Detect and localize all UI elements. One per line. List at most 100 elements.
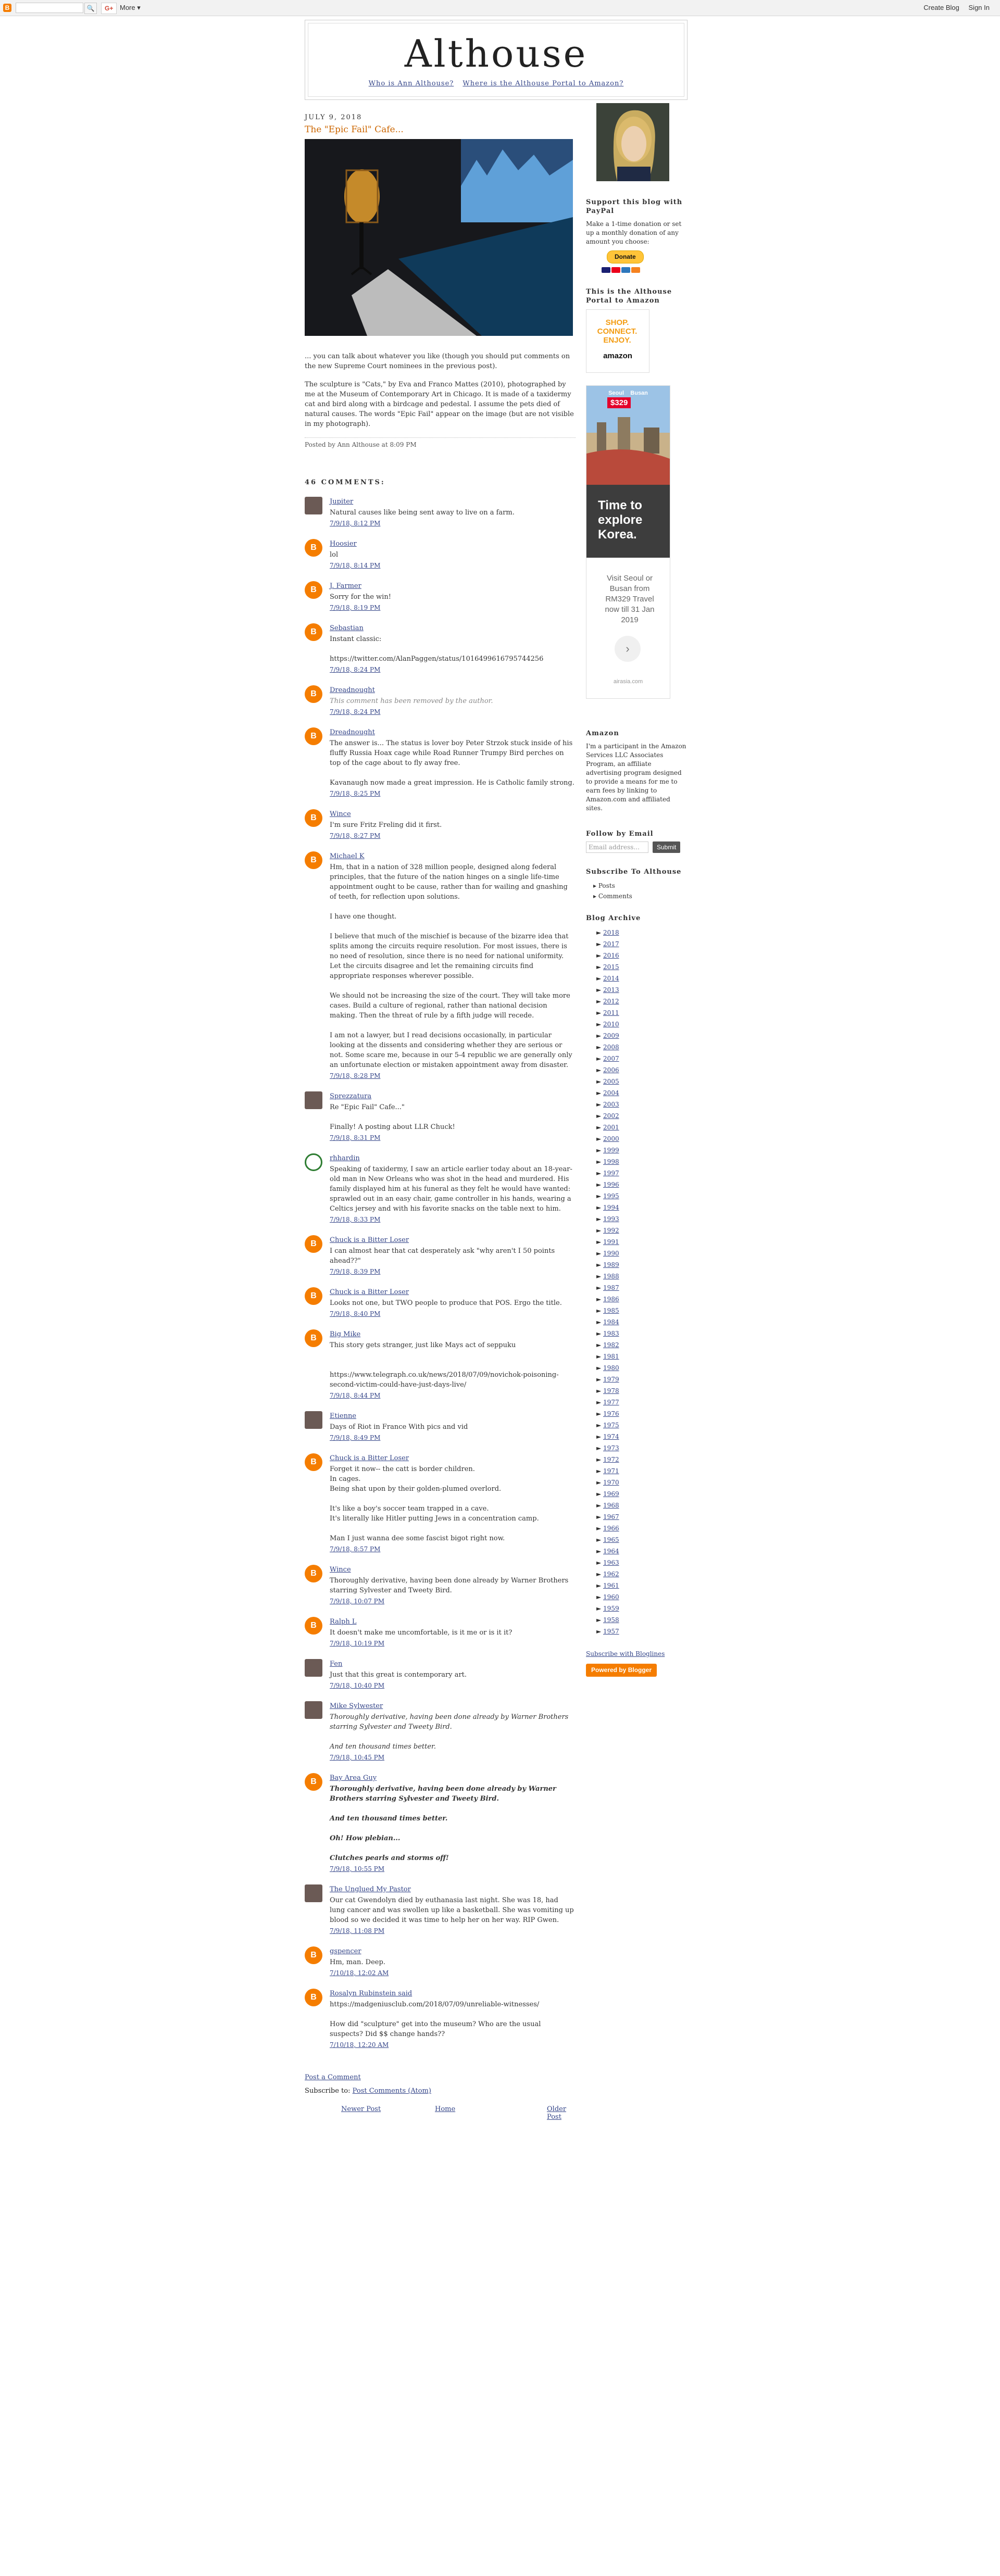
commenter-avatar-icon[interactable] — [305, 1411, 322, 1429]
comment-timestamp-link[interactable]: 7/10/18, 12:20 AM — [330, 2041, 389, 2049]
comment-timestamp-link[interactable]: 7/9/18, 8:24 PM — [330, 666, 380, 673]
expand-arrow-icon[interactable]: ► — [596, 1009, 603, 1016]
comment-timestamp-link[interactable]: 7/9/18, 10:07 PM — [330, 1598, 384, 1605]
archive-year-item[interactable]: ► 2015 — [586, 961, 688, 973]
expand-arrow-icon[interactable]: ► — [596, 1628, 603, 1635]
bloglines-subscribe-link[interactable]: Subscribe with Bloglines — [586, 1650, 665, 1657]
expand-arrow-icon[interactable]: ► — [596, 1548, 603, 1555]
expand-arrow-icon[interactable]: ► — [596, 1170, 603, 1177]
archive-year-link[interactable]: 2016 — [603, 952, 619, 959]
commenter-avatar-icon[interactable]: B — [305, 1565, 322, 1582]
archive-year-item[interactable]: ► 1994 — [586, 1202, 688, 1213]
comment-timestamp-link[interactable]: 7/9/18, 8:39 PM — [330, 1268, 380, 1275]
comment-timestamp-link[interactable]: 7/9/18, 8:33 PM — [330, 1216, 380, 1223]
archive-year-item[interactable]: ► 1958 — [586, 1614, 688, 1626]
amazon-ad-banner[interactable]: SHOP. CONNECT. ENJOY. amazon — [586, 309, 649, 373]
archive-year-link[interactable]: 1975 — [603, 1422, 619, 1429]
expand-arrow-icon[interactable]: ► — [596, 998, 603, 1005]
comment-timestamp-link[interactable]: 7/9/18, 8:25 PM — [330, 790, 380, 797]
expand-arrow-icon[interactable]: ► — [596, 1192, 603, 1200]
archive-year-item[interactable]: ► 1989 — [586, 1259, 688, 1271]
archive-year-item[interactable]: ► 1964 — [586, 1545, 688, 1557]
archive-year-item[interactable]: ► 1959 — [586, 1603, 688, 1614]
expand-arrow-icon[interactable]: ► — [596, 1112, 603, 1120]
archive-year-link[interactable]: 1986 — [603, 1296, 619, 1303]
comment-timestamp-link[interactable]: 7/9/18, 8:12 PM — [330, 520, 380, 527]
archive-year-link[interactable]: 1974 — [603, 1433, 619, 1440]
archive-year-link[interactable]: 2018 — [603, 929, 619, 936]
commenter-avatar-icon[interactable] — [305, 497, 322, 514]
comment-author-link[interactable]: Jupiter — [330, 498, 353, 506]
subscribe-comments-atom-link[interactable]: Post Comments (Atom) — [353, 2087, 431, 2095]
expand-arrow-icon[interactable]: ► — [596, 1399, 603, 1406]
email-address-input[interactable]: Email address... — [586, 841, 648, 853]
comment-author-link[interactable]: Chuck is a Bitter Loser — [330, 1454, 409, 1462]
comment-timestamp-link[interactable]: 7/9/18, 8:31 PM — [330, 1134, 380, 1141]
archive-year-item[interactable]: ► 2008 — [586, 1041, 688, 1053]
comment-author-link[interactable]: Sprezzatura — [330, 1092, 371, 1100]
archive-year-link[interactable]: 1973 — [603, 1444, 619, 1452]
commenter-avatar-icon[interactable]: B — [305, 581, 322, 599]
commenter-avatar-icon[interactable] — [305, 1701, 322, 1719]
archive-year-item[interactable]: ► 1980 — [586, 1362, 688, 1374]
expand-arrow-icon[interactable]: ► — [596, 1227, 603, 1234]
archive-year-link[interactable]: 2005 — [603, 1078, 619, 1085]
archive-year-link[interactable]: 1958 — [603, 1616, 619, 1624]
archive-year-item[interactable]: ► 1978 — [586, 1385, 688, 1397]
archive-year-item[interactable]: ► 1995 — [586, 1190, 688, 1202]
expand-arrow-icon[interactable]: ► — [596, 1582, 603, 1589]
archive-year-item[interactable]: ► 1997 — [586, 1167, 688, 1179]
expand-arrow-icon[interactable]: ► — [596, 1387, 603, 1394]
expand-arrow-icon[interactable]: ► — [596, 1021, 603, 1028]
archive-year-item[interactable]: ► 1968 — [586, 1500, 688, 1511]
commenter-avatar-icon[interactable]: B — [305, 1329, 322, 1347]
archive-year-link[interactable]: 2011 — [603, 1009, 619, 1016]
expand-arrow-icon[interactable]: ► — [596, 1204, 603, 1211]
expand-arrow-icon[interactable]: ► — [596, 1284, 603, 1291]
comment-author-link[interactable]: Mike Sylwester — [330, 1702, 383, 1710]
archive-year-item[interactable]: ► 2010 — [586, 1019, 688, 1030]
commenter-avatar-icon[interactable] — [305, 1884, 322, 1902]
archive-year-link[interactable]: 1999 — [603, 1147, 619, 1154]
archive-year-link[interactable]: 2000 — [603, 1135, 619, 1142]
post-title[interactable]: The "Epic Fail" Cafe... — [305, 124, 576, 135]
comment-timestamp-link[interactable]: 7/9/18, 10:40 PM — [330, 1682, 384, 1689]
expand-arrow-icon[interactable]: ► — [596, 1570, 603, 1578]
archive-year-item[interactable]: ► 1992 — [586, 1225, 688, 1236]
archive-year-item[interactable]: ► 1960 — [586, 1591, 688, 1603]
archive-year-item[interactable]: ► 1962 — [586, 1568, 688, 1580]
comment-author-link[interactable]: Dreadnought — [330, 686, 375, 694]
create-blog-link[interactable]: Create Blog — [923, 4, 959, 11]
archive-year-link[interactable]: 1971 — [603, 1467, 619, 1475]
comment-author-link[interactable]: Etienne — [330, 1412, 356, 1420]
expand-arrow-icon[interactable]: ► — [596, 1456, 603, 1463]
archive-year-item[interactable]: ► 1993 — [586, 1213, 688, 1225]
archive-year-link[interactable]: 2014 — [603, 975, 619, 982]
expand-arrow-icon[interactable]: ► — [596, 929, 603, 936]
archive-year-link[interactable]: 1978 — [603, 1387, 619, 1394]
newer-post-link[interactable]: Newer Post — [341, 2105, 381, 2113]
archive-year-link[interactable]: 1997 — [603, 1170, 619, 1177]
archive-year-item[interactable]: ► 1974 — [586, 1431, 688, 1442]
archive-year-link[interactable]: 2017 — [603, 940, 619, 948]
archive-year-item[interactable]: ► 1999 — [586, 1145, 688, 1156]
expand-arrow-icon[interactable]: ► — [596, 1353, 603, 1360]
archive-year-link[interactable]: 2008 — [603, 1044, 619, 1051]
search-icon[interactable]: 🔍 — [84, 3, 97, 14]
expand-arrow-icon[interactable]: ► — [596, 1376, 603, 1383]
google-plus-button[interactable]: G+ — [101, 3, 117, 14]
expand-arrow-icon[interactable]: ► — [596, 1066, 603, 1074]
archive-year-link[interactable]: 2015 — [603, 963, 619, 971]
archive-year-item[interactable]: ► 1985 — [586, 1305, 688, 1316]
archive-year-item[interactable]: ► 2017 — [586, 938, 688, 950]
archive-year-link[interactable]: 1992 — [603, 1227, 619, 1234]
archive-year-link[interactable]: 1991 — [603, 1238, 619, 1246]
expand-arrow-icon[interactable]: ► — [596, 1124, 603, 1131]
expand-arrow-icon[interactable]: ► — [596, 1479, 603, 1486]
sign-in-link[interactable]: Sign In — [969, 4, 990, 11]
archive-year-link[interactable]: 2004 — [603, 1089, 619, 1097]
comment-author-link[interactable]: Michael K — [330, 852, 365, 860]
archive-year-link[interactable]: 1972 — [603, 1456, 619, 1463]
comment-timestamp-link[interactable]: 7/9/18, 8:19 PM — [330, 604, 380, 611]
commenter-avatar-icon[interactable]: B — [305, 809, 322, 827]
